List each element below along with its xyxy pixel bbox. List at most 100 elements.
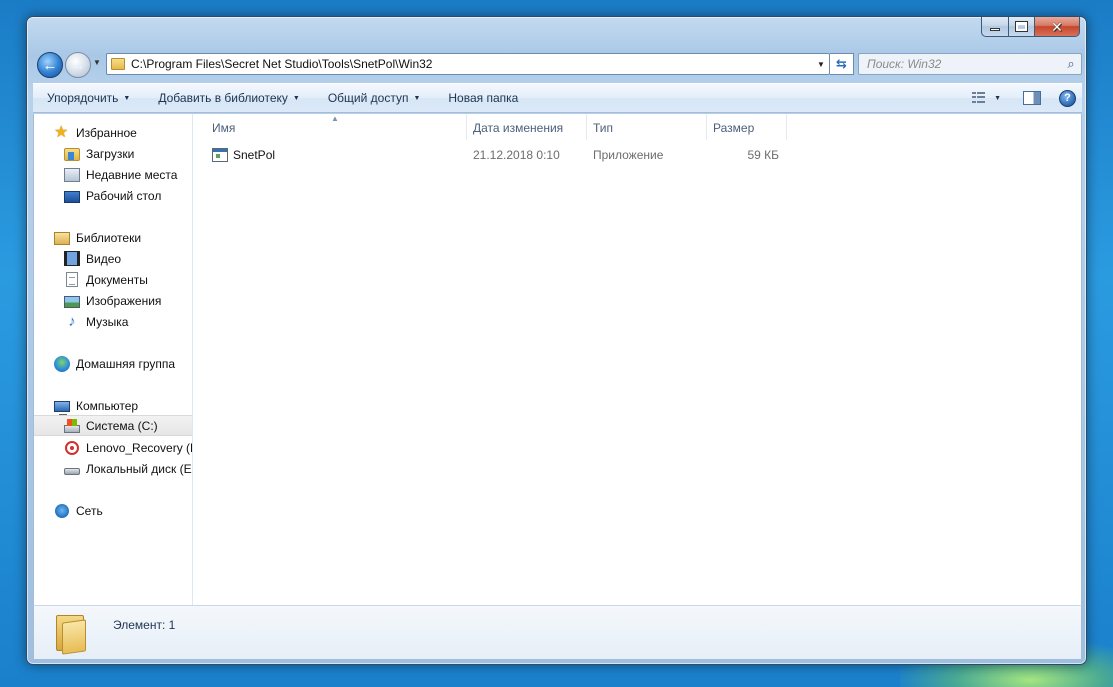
- sidebar-item-label: Документы: [86, 272, 148, 287]
- recent-places-icon: [64, 167, 80, 182]
- organize-label: Упорядочить: [47, 91, 119, 105]
- back-button[interactable]: ←: [37, 52, 63, 78]
- chevron-down-icon[interactable]: ▼: [994, 95, 1001, 102]
- computer-icon: [54, 400, 70, 417]
- maximize-button[interactable]: [1008, 17, 1034, 37]
- back-arrow-icon: ←: [42, 56, 58, 74]
- sidebar-item-label: Изображения: [86, 293, 162, 308]
- forward-button[interactable]: →: [65, 52, 91, 78]
- star-icon: ★: [54, 123, 69, 141]
- sidebar-item-documents[interactable]: Документы: [34, 269, 192, 290]
- sidebar-item-label: Сеть: [76, 503, 103, 518]
- file-size: 59 КБ: [747, 148, 779, 162]
- sidebar-item-label: Lenovo_Recovery (D: [86, 440, 193, 455]
- views-icon: [972, 92, 986, 104]
- sidebar-item-homegroup[interactable]: Домашняя группа: [34, 353, 192, 374]
- minimize-button[interactable]: [981, 17, 1008, 37]
- network-icon: [55, 503, 69, 518]
- file-type: Приложение: [593, 148, 664, 162]
- forward-arrow-icon: →: [70, 56, 86, 74]
- help-button[interactable]: ?: [1059, 89, 1076, 107]
- add-to-library-button[interactable]: Добавить в библиотеку ▼: [144, 86, 313, 110]
- close-icon: ✕: [1051, 18, 1063, 35]
- folder-icon: [111, 58, 125, 70]
- address-bar[interactable]: C:\Program Files\Secret Net Studio\Tools…: [106, 53, 830, 75]
- address-dropdown-icon[interactable]: ▼: [813, 60, 829, 69]
- column-divider[interactable]: [786, 114, 787, 140]
- maximize-icon: [1015, 21, 1028, 32]
- chevron-down-icon: ▼: [413, 94, 421, 102]
- chevron-down-icon: ▼: [292, 94, 300, 102]
- item-count: Элемент: 1: [113, 618, 176, 632]
- sidebar-item-system-drive[interactable]: Система (C:): [34, 415, 192, 436]
- sidebar-item-label: Видео: [86, 251, 122, 266]
- close-button[interactable]: ✕: [1034, 17, 1080, 37]
- recent-pages-dropdown[interactable]: ▼: [93, 58, 101, 67]
- table-row[interactable]: SnetPol 21.12.2018 0:10 Приложение 59 КБ: [194, 144, 1081, 166]
- sidebar-item-network[interactable]: Сеть: [34, 500, 192, 521]
- file-list-pane: Имя ▲ Дата изменения Тип Размер SnetPol: [194, 114, 1081, 605]
- sidebar-item-label: Компьютер: [76, 398, 139, 413]
- sidebar-item-computer[interactable]: Компьютер: [34, 395, 192, 417]
- sidebar-item-recovery-drive[interactable]: Lenovo_Recovery (D: [34, 437, 193, 458]
- sidebar-item-desktop[interactable]: Рабочий стол: [34, 185, 192, 206]
- change-view-button[interactable]: ▼: [962, 92, 1011, 104]
- search-box[interactable]: ⌕: [858, 53, 1082, 75]
- application-icon: [212, 148, 228, 162]
- column-header-date-modified[interactable]: Дата изменения: [467, 114, 587, 142]
- column-header-label: Дата изменения: [473, 121, 564, 135]
- details-pane: Элемент: 1: [33, 605, 1082, 660]
- sidebar-item-downloads[interactable]: Загрузки: [34, 143, 192, 164]
- address-path[interactable]: C:\Program Files\Secret Net Studio\Tools…: [131, 57, 813, 71]
- sidebar-item-label: Локальный диск (E:: [86, 461, 193, 476]
- documents-library-icon: [66, 272, 78, 287]
- column-header-label: Размер: [713, 121, 755, 135]
- sidebar-item-label: Домашняя группа: [76, 356, 176, 371]
- preview-pane-button[interactable]: [1023, 91, 1041, 105]
- sidebar-item-libraries[interactable]: Библиотеки: [34, 227, 192, 248]
- recovery-drive-icon: [65, 440, 79, 455]
- downloads-folder-icon: [64, 148, 80, 161]
- desktop-icon: [64, 190, 80, 203]
- command-bar: Упорядочить ▼ Добавить в библиотеку ▼ Об…: [33, 83, 1082, 113]
- search-input[interactable]: [867, 57, 1061, 71]
- column-header-type[interactable]: Тип: [587, 114, 707, 142]
- sidebar-item-pictures[interactable]: Изображения: [34, 290, 192, 311]
- sidebar-item-local-drive[interactable]: Локальный диск (E:: [34, 458, 193, 479]
- music-library-icon: ♪: [68, 312, 76, 330]
- explorer-window: ✕ ← → ▼ C:\Program Files\Secret Net Stud…: [26, 16, 1087, 665]
- sidebar-item-label: Избранное: [76, 125, 137, 140]
- sidebar-item-favorites[interactable]: ★ Избранное: [34, 122, 192, 143]
- sidebar-item-label: Рабочий стол: [86, 188, 162, 203]
- sidebar-item-music[interactable]: ♪ Музыка: [34, 311, 192, 332]
- help-icon: ?: [1064, 92, 1071, 104]
- new-folder-button[interactable]: Новая папка: [434, 86, 532, 110]
- file-name-cell[interactable]: SnetPol: [212, 144, 275, 166]
- column-header-label: Тип: [593, 121, 614, 135]
- command-bar-right: ▼ ?: [962, 89, 1082, 107]
- caption-buttons: ✕: [981, 17, 1080, 37]
- column-header-name[interactable]: Имя: [194, 114, 466, 142]
- sidebar-item-label: Система (C:): [86, 418, 158, 433]
- sidebar-item-video[interactable]: Видео: [34, 248, 192, 269]
- libraries-icon: [54, 232, 70, 245]
- file-date-modified: 21.12.2018 0:10: [473, 148, 560, 162]
- organize-button[interactable]: Упорядочить ▼: [33, 86, 144, 110]
- sidebar-item-recent-places[interactable]: Недавние места: [34, 164, 192, 185]
- sidebar-item-label: Недавние места: [86, 167, 178, 182]
- chevron-down-icon: ▼: [123, 94, 131, 102]
- sidebar-item-label: Загрузки: [86, 146, 135, 161]
- share-label: Общий доступ: [327, 91, 409, 105]
- minimize-icon: [990, 28, 1000, 31]
- navigation-row: ← → ▼ C:\Program Files\Secret Net Studio…: [33, 49, 1082, 79]
- refresh-button[interactable]: ⇆: [830, 53, 854, 75]
- system-drive-icon: [64, 418, 80, 433]
- column-header-size[interactable]: Размер: [707, 114, 787, 142]
- video-library-icon: [64, 251, 80, 266]
- file-name: SnetPol: [233, 148, 276, 162]
- search-icon[interactable]: ⌕: [1061, 56, 1081, 72]
- folder-icon: [54, 613, 88, 655]
- client-area: ★ Избранное Загрузки Недавние места Рабо…: [33, 114, 1082, 605]
- share-button[interactable]: Общий доступ ▼: [314, 86, 435, 110]
- refresh-icon: ⇆: [836, 56, 847, 71]
